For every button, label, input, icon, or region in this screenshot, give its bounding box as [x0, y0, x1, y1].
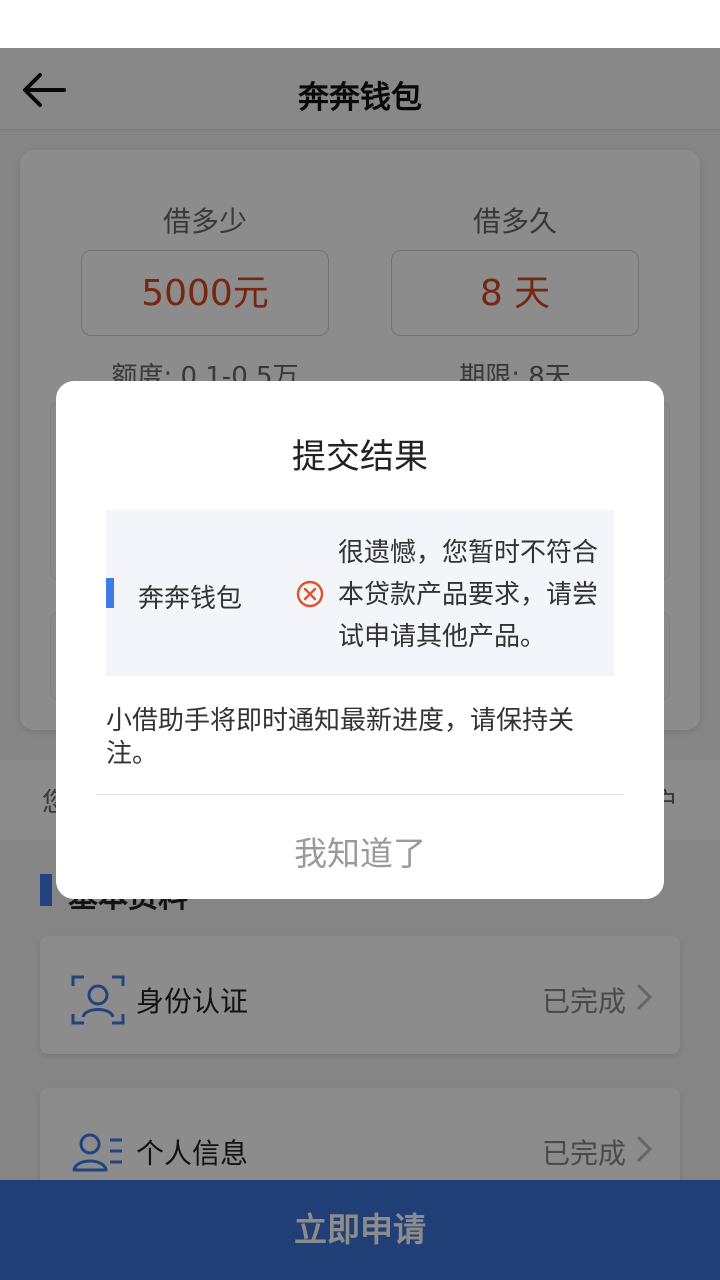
- fail-circle-icon: [296, 580, 324, 608]
- product-name: 奔奔钱包: [138, 584, 243, 614]
- result-marker: [106, 578, 114, 608]
- result-dialog: 提交结果 奔奔钱包 很遗憾，您暂时不符合本贷款产品要求，请尝试申请其他产品。 小…: [56, 381, 664, 899]
- status-bar: [0, 0, 720, 48]
- result-message: 很遗憾，您暂时不符合本贷款产品要求，请尝试申请其他产品。: [338, 538, 599, 652]
- acknowledge-button[interactable]: 我知道了: [56, 827, 664, 875]
- dialog-title: 提交结果: [292, 437, 428, 477]
- dialog-divider: [96, 794, 624, 795]
- result-panel: 奔奔钱包 很遗憾，您暂时不符合本贷款产品要求，请尝试申请其他产品。: [106, 510, 614, 676]
- dialog-note: 小借助手将即时通知最新进度，请保持关注。: [106, 706, 575, 769]
